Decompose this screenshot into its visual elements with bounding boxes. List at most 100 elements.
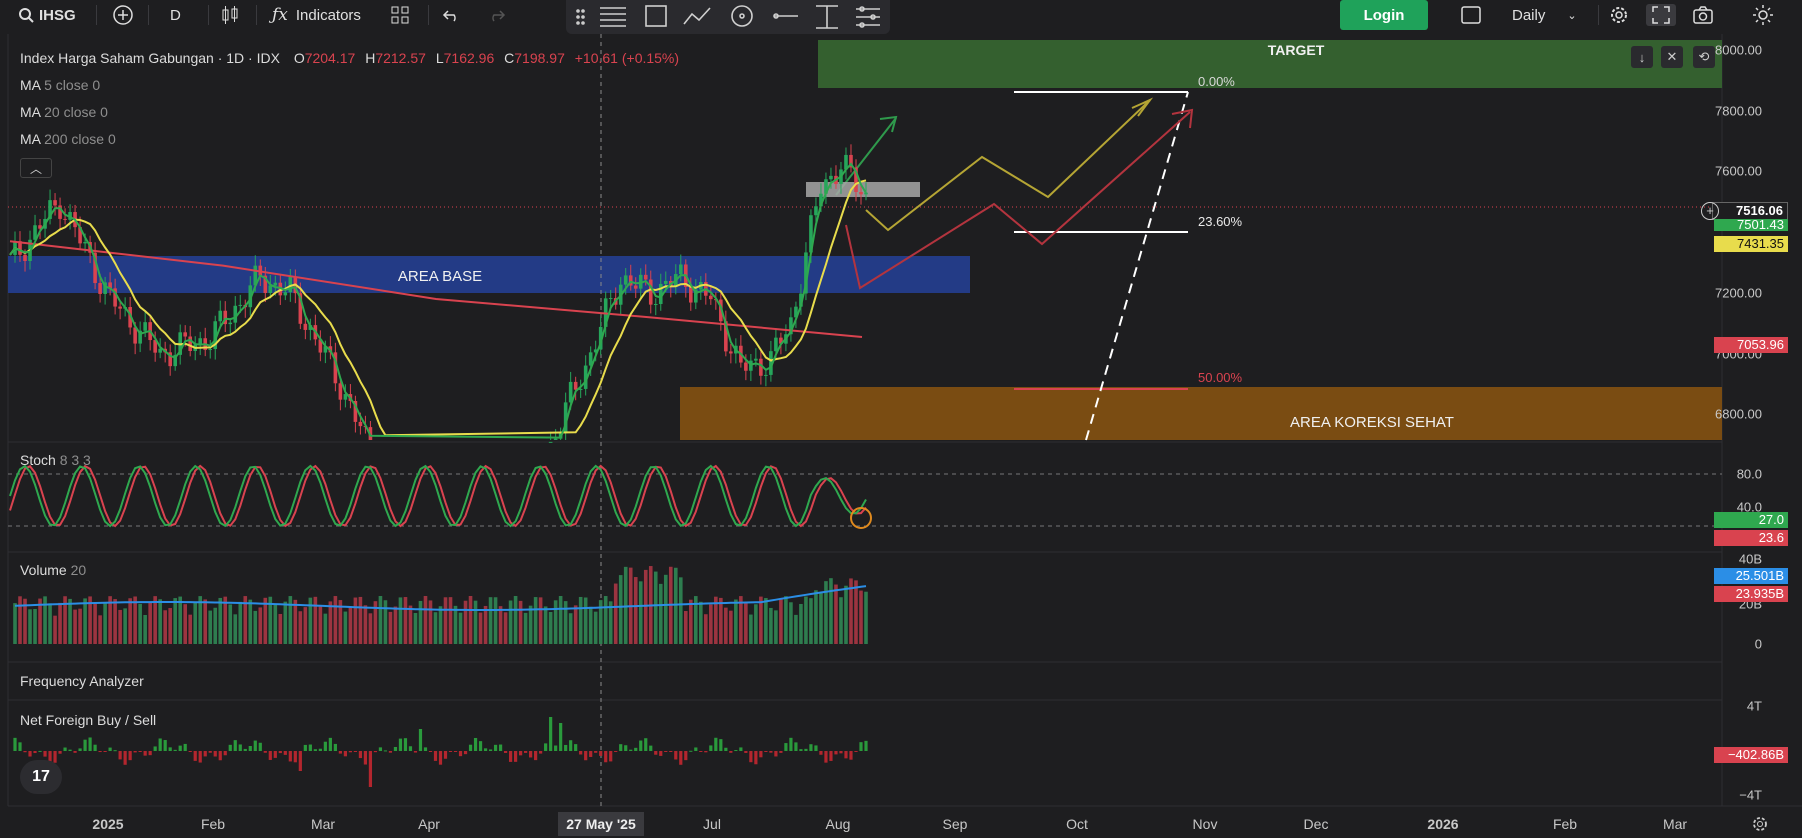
volume-bar[interactable] <box>223 596 228 644</box>
volume-bar[interactable] <box>298 611 303 644</box>
chart-canvas[interactable]: TARGET AREA BASE AREA KOREKSI SEHAT 0.00… <box>0 0 1802 838</box>
net-foreign-bar[interactable] <box>258 742 262 751</box>
volume-bar[interactable] <box>844 585 848 644</box>
candle-body[interactable] <box>663 280 668 284</box>
volume-bar[interactable] <box>53 615 57 644</box>
volume-bar[interactable] <box>683 611 688 644</box>
volume-bar[interactable] <box>688 599 693 644</box>
volume-bar[interactable] <box>188 614 193 644</box>
volume-bar[interactable] <box>323 613 328 644</box>
volume-bar[interactable] <box>328 601 333 644</box>
volume-bar[interactable] <box>794 614 798 644</box>
net-foreign-bar[interactable] <box>253 740 257 751</box>
volume-bar[interactable] <box>583 597 588 644</box>
volume-bar[interactable] <box>383 600 388 644</box>
net-foreign-bar[interactable] <box>674 751 678 760</box>
net-foreign-bar[interactable] <box>423 747 428 751</box>
candle-body[interactable] <box>133 327 137 344</box>
volume-bar[interactable] <box>238 601 243 644</box>
net-foreign-bar[interactable] <box>574 744 578 751</box>
net-foreign-bar[interactable] <box>318 748 322 751</box>
net-foreign-bar[interactable] <box>799 749 803 751</box>
net-foreign-bar[interactable] <box>809 744 813 751</box>
volume-bar[interactable] <box>623 566 628 644</box>
volume-bar[interactable] <box>98 615 102 644</box>
tradingview-logo[interactable]: 17 <box>20 760 62 794</box>
net-foreign-bar[interactable] <box>659 751 663 756</box>
net-foreign-bar[interactable] <box>398 738 403 751</box>
net-foreign-bar[interactable] <box>794 742 798 751</box>
candle-body[interactable] <box>218 310 223 322</box>
volume-bar[interactable] <box>443 597 448 644</box>
net-foreign-bar[interactable] <box>108 747 112 751</box>
volume-bar[interactable] <box>138 603 142 644</box>
volume-bar[interactable] <box>744 602 748 644</box>
candle-body[interactable] <box>688 286 693 303</box>
net-foreign-bar[interactable] <box>734 750 738 752</box>
add-alert-icon[interactable]: + <box>1701 202 1719 220</box>
volume-bar[interactable] <box>638 581 643 644</box>
net-foreign-bar[interactable] <box>113 750 117 752</box>
volume-bar[interactable] <box>358 596 363 644</box>
volume-bar[interactable] <box>153 596 157 644</box>
candle-body[interactable] <box>729 351 733 354</box>
net-foreign-bar[interactable] <box>183 743 187 751</box>
candle-body[interactable] <box>338 383 343 400</box>
candle-body[interactable] <box>98 283 102 294</box>
volume-bar[interactable] <box>388 611 393 644</box>
volume-bar[interactable] <box>233 614 238 644</box>
net-foreign-bar[interactable] <box>729 751 733 753</box>
net-foreign-bar[interactable] <box>323 741 327 751</box>
stoch-highlight-circle[interactable] <box>850 507 872 529</box>
volume-bar[interactable] <box>478 612 483 644</box>
net-foreign-bar[interactable] <box>443 751 448 759</box>
volume-bar[interactable] <box>343 611 348 644</box>
net-foreign-bar[interactable] <box>433 751 438 761</box>
net-foreign-bar[interactable] <box>188 751 192 752</box>
candle-body[interactable] <box>183 332 188 337</box>
volume-bar[interactable] <box>699 601 703 644</box>
volume-bar[interactable] <box>48 603 52 644</box>
candle-body[interactable] <box>744 362 748 371</box>
candle-body[interactable] <box>53 200 57 206</box>
volume-bar[interactable] <box>283 601 288 644</box>
net-foreign-bar[interactable] <box>473 737 478 751</box>
net-foreign-bar[interactable] <box>483 748 488 751</box>
candle-body[interactable] <box>358 421 363 427</box>
candle-body[interactable] <box>63 218 67 220</box>
net-foreign-bar[interactable] <box>283 751 287 755</box>
volume-bar[interactable] <box>333 596 338 644</box>
volume-bar[interactable] <box>348 606 353 644</box>
net-foreign-bar[interactable] <box>388 751 393 753</box>
candle-body[interactable] <box>208 349 213 351</box>
net-foreign-bar[interactable] <box>804 748 808 751</box>
volume-bar[interactable] <box>488 597 493 644</box>
volume-bar[interactable] <box>508 600 513 644</box>
volume-bar[interactable] <box>173 598 177 644</box>
net-foreign-bar[interactable] <box>684 751 688 761</box>
net-foreign-bar[interactable] <box>589 751 593 757</box>
net-foreign-bar[interactable] <box>844 751 848 759</box>
candle-body[interactable] <box>648 279 653 305</box>
volume-bar[interactable] <box>543 606 548 644</box>
candle-body[interactable] <box>709 295 713 300</box>
volume-bar[interactable] <box>819 592 823 644</box>
volume-bar[interactable] <box>618 575 623 644</box>
volume-bar[interactable] <box>113 599 117 644</box>
candle-body[interactable] <box>623 275 628 285</box>
net-foreign-bar[interactable] <box>133 751 137 753</box>
candle-body[interactable] <box>548 441 553 443</box>
volume-bar[interactable] <box>68 598 72 644</box>
net-foreign-bar[interactable] <box>619 744 623 751</box>
volume-bar[interactable] <box>704 614 708 644</box>
net-foreign-bar[interactable] <box>353 751 358 752</box>
volume-bar[interactable] <box>643 569 648 644</box>
candle-body[interactable] <box>268 285 273 293</box>
net-foreign-bar[interactable] <box>518 751 523 756</box>
net-foreign-bar[interactable] <box>448 751 453 752</box>
candle-body[interactable] <box>774 337 778 352</box>
volume-bar[interactable] <box>779 599 783 644</box>
net-foreign-bar[interactable] <box>749 751 753 763</box>
volume-bar[interactable] <box>278 613 283 644</box>
volume-bar[interactable] <box>438 606 443 644</box>
